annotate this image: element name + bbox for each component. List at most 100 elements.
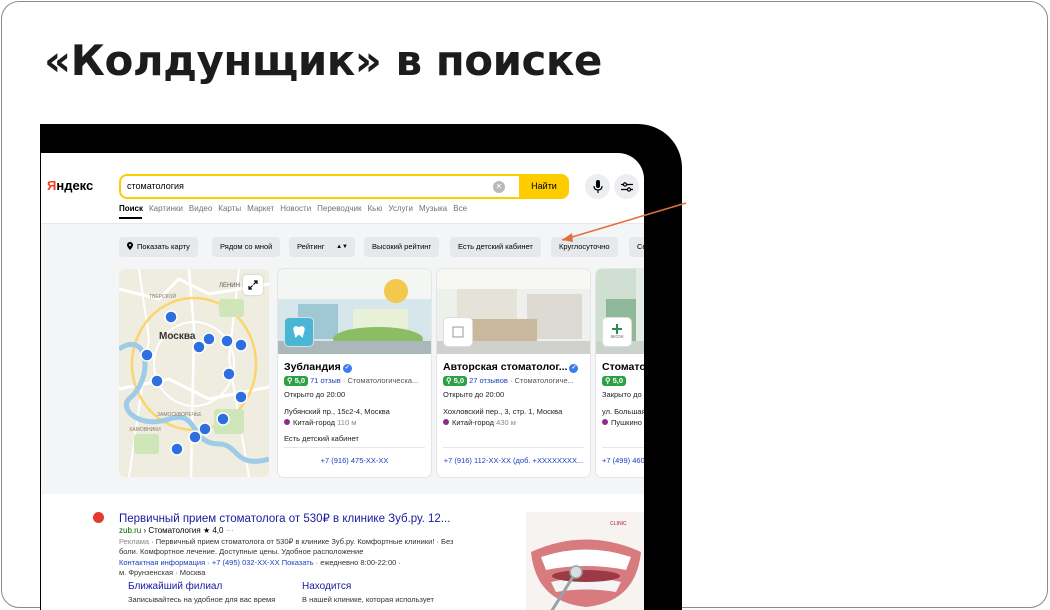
ad-phone-link[interactable]: · +7 (495) 032-XX-XX Показать	[207, 558, 313, 567]
ad-sitelink[interactable]: Находится	[302, 581, 351, 592]
ad-sitelink[interactable]: Ближайший филиал	[128, 581, 222, 592]
clinic-metro: Китай-город 430 м	[443, 418, 516, 427]
logo-first-letter: Я	[47, 178, 57, 193]
search-button[interactable]: Найти	[519, 174, 569, 199]
screen: Яндекс стоматология ✕ Найти Поиск Картин…	[41, 153, 644, 610]
ad-more-icon[interactable]: ···	[226, 526, 234, 535]
clinic-feature: Есть детский кабинет	[284, 434, 359, 443]
microphone-icon	[592, 180, 603, 193]
rating-sort-chip[interactable]: Рейтинг ▲▼	[289, 237, 355, 257]
logo-rest: ндекс	[56, 178, 94, 193]
clinic-phone[interactable]: +7 (499) 460	[602, 456, 644, 465]
clinic-address: ул. Большая	[602, 407, 644, 416]
clinic-category: · Стоматологическа...	[342, 376, 419, 385]
ad-image[interactable]: CLINIC	[526, 512, 644, 610]
clinic-logo: аксон	[602, 317, 632, 347]
map-pin-icon	[127, 242, 133, 250]
tab-music[interactable]: Музыка	[419, 204, 447, 213]
ad-contact-info-link[interactable]: Контактная информация	[119, 558, 205, 567]
tab-maps[interactable]: Карты	[218, 204, 241, 213]
search-input[interactable]: стоматология ✕ Найти	[119, 174, 569, 199]
show-map-chip[interactable]: Показать карту	[119, 237, 198, 257]
yandex-logo[interactable]: Яндекс	[47, 178, 93, 193]
plus-icon	[612, 324, 622, 334]
tooth-icon	[293, 326, 305, 338]
clinic-card[interactable]: Авторская стоматолог... ✓ ⚲ 5,0 27 отзыво…	[437, 269, 590, 477]
ad-sitelink-desc: Записывайтесь на удобное для вас время	[128, 595, 276, 604]
clinic-address: Хохловский пер., 3, стр. 1, Москва	[443, 407, 563, 416]
clinic-phone[interactable]: +7 (916) 475-XX-XX	[278, 456, 431, 465]
ad-tag: Реклама	[119, 537, 150, 546]
tab-images[interactable]: Картинки	[149, 204, 183, 213]
sort-arrows-icon: ▲▼	[336, 244, 348, 250]
map-district-label: ХАМОВНИКИ	[129, 427, 161, 433]
clinic-rating-row: ⚲ 5,0 27 отзывов · Стоматологиче...	[443, 376, 574, 386]
clinic-phone[interactable]: +7 (916) 112-XX-XX (доб. +XXXXXXXX...	[437, 456, 590, 465]
clinic-hours: Открыто до 20:00	[443, 390, 505, 399]
verified-icon: ✓	[342, 364, 352, 373]
ad-description: Реклама · Первичный прием стоматолога от…	[119, 537, 464, 557]
high-rating-chip[interactable]: Высокий рейтинг	[364, 237, 440, 257]
metro-icon	[284, 419, 290, 425]
clinic-category: · Стоматологиче...	[509, 376, 574, 385]
kids-room-chip[interactable]: Есть детский кабинет	[450, 237, 541, 257]
clinic-name[interactable]: Зубландия ✓	[284, 361, 352, 373]
ad-favicon	[93, 512, 104, 523]
more-filter-chip[interactable]: Се	[629, 237, 644, 257]
rating-badge: ⚲ 5,0	[602, 376, 627, 386]
clear-icon[interactable]: ✕	[493, 181, 505, 193]
round-clock-chip[interactable]: Круглосуточно	[551, 237, 618, 257]
tab-video[interactable]: Видео	[189, 204, 212, 213]
tab-services[interactable]: Услуги	[388, 204, 413, 213]
ad-metro: м. Фрунзенская · Москва	[119, 568, 206, 577]
ad-domain[interactable]: zub.ru	[119, 526, 141, 535]
verified-icon: ✓	[569, 364, 579, 373]
clinic-card[interactable]: Зубландия ✓ ⚲ 5,0 71 отзыв · Стоматологич…	[278, 269, 431, 477]
reviews-link[interactable]: 27 отзывов	[469, 376, 508, 385]
ad-breadcrumb: › Стоматология	[143, 526, 201, 535]
tab-news[interactable]: Новости	[280, 204, 311, 213]
active-tab-underline	[119, 217, 142, 219]
rating-badge: ⚲ 5,0	[443, 376, 468, 386]
card-divider	[602, 447, 644, 448]
tab-all[interactable]: Все	[453, 204, 467, 213]
ad-rating: ★ 4,0	[202, 526, 224, 535]
clinic-name[interactable]: Авторская стоматолог... ✓	[443, 361, 579, 373]
map-canvas	[119, 269, 269, 477]
clinics-map[interactable]: Москва ТВЕРСКОЙ ЗАМОСКВОРЕЧЬЕ ХАМОВНИКИ …	[119, 269, 269, 477]
tab-translate[interactable]: Переводчик	[317, 204, 361, 213]
tab-q[interactable]: Кью	[368, 204, 383, 213]
clinic-name-text: Зубландия	[284, 361, 341, 373]
search-settings-button[interactable]	[614, 174, 639, 199]
map-district-label: ЛЕНИН	[219, 283, 240, 289]
ad-title-link[interactable]: Первичный прием стоматолога от 530₽ в кл…	[119, 511, 450, 525]
search-query[interactable]: стоматология	[127, 181, 184, 191]
tab-market[interactable]: Маркет	[247, 204, 274, 213]
nearby-chip[interactable]: Рядом со мной	[212, 237, 281, 257]
ad-sitelink-desc: В нашей клинике, которая использует	[302, 595, 434, 604]
reviews-link[interactable]: 71 отзыв	[310, 376, 341, 385]
clinic-card[interactable]: аксон Стомато ⚲ 5,0 Закрыто до ул. Больш…	[596, 269, 644, 477]
ad-contacts: Контактная информация · +7 (495) 032-XX-…	[119, 558, 401, 567]
clinic-logo-text: аксон	[610, 334, 624, 340]
clinic-name[interactable]: Стомато	[602, 361, 644, 373]
ad-text: · Первичный прием стоматолога от 530₽ в …	[119, 537, 454, 556]
clinic-hours: Открыто до 20:00	[284, 390, 346, 399]
ad-hours: · ежедневно 8:00-22:00 ·	[315, 558, 401, 567]
clinic-hours: Закрыто до	[602, 390, 642, 399]
clinic-metro: Китай-город 110 м	[284, 418, 356, 427]
voice-search-button[interactable]	[585, 174, 610, 199]
show-map-label: Показать карту	[137, 242, 190, 251]
clinic-rating-row: ⚲ 5,0	[602, 376, 627, 386]
tab-search[interactable]: Поиск	[119, 204, 143, 213]
search-tabs: Поиск Картинки Видео Карты Маркет Новост…	[119, 204, 467, 213]
clinic-logo-icon	[452, 326, 464, 338]
expand-map-icon[interactable]	[243, 275, 263, 295]
clinic-logo	[443, 317, 473, 347]
ad-image-brand: CLINIC	[610, 521, 627, 527]
ad-url: zub.ru › Стоматология ★ 4,0 ···	[119, 526, 234, 535]
sliders-icon	[620, 181, 633, 192]
map-city-label: Москва	[159, 331, 196, 342]
map-district-label: ТВЕРСКОЙ	[149, 294, 176, 300]
clinic-address: Лубянский пр., 15с2-4, Москва	[284, 407, 390, 416]
